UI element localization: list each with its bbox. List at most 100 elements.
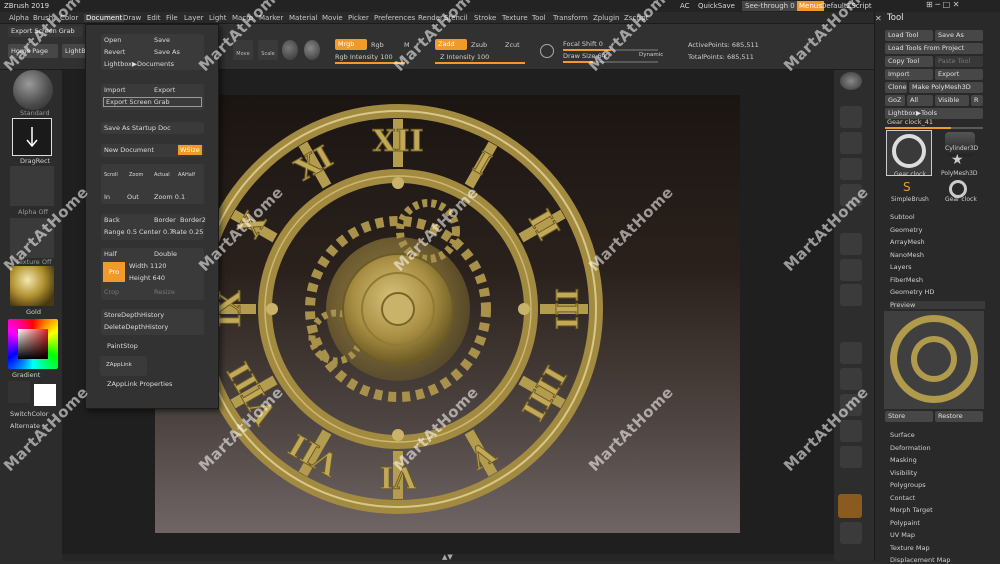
- collapse-arrows-icon[interactable]: ▲▼: [442, 553, 453, 561]
- dynamic-toggle[interactable]: Dynamic: [639, 52, 663, 58]
- doc-height-slider[interactable]: Height 640: [129, 273, 165, 283]
- doc-paintstop-button[interactable]: PaintStop: [107, 341, 138, 351]
- doc-save-button[interactable]: Save: [154, 35, 170, 45]
- menu-material[interactable]: Material: [289, 14, 317, 22]
- section-preview[interactable]: Preview: [890, 301, 985, 309]
- doc-store-depth-history-button[interactable]: StoreDepthHistory: [104, 310, 164, 320]
- export-screen-grab-shortcut[interactable]: Export Screen Grab: [8, 26, 83, 37]
- polymesh-star-icon[interactable]: ★: [951, 152, 964, 168]
- zoom3d-icon[interactable]: [840, 394, 862, 416]
- doc-center-slider[interactable]: Center 0.7: [139, 227, 173, 237]
- menu-zscript[interactable]: Zscript: [624, 14, 648, 22]
- doc-width-slider[interactable]: Width 1120: [129, 261, 167, 271]
- material-sphere-icon[interactable]: [282, 40, 298, 60]
- section-contact[interactable]: Contact: [890, 494, 915, 502]
- zsub-button[interactable]: Zsub: [471, 41, 487, 49]
- aahalf-icon[interactable]: [840, 184, 862, 206]
- section-surface[interactable]: Surface: [890, 431, 915, 439]
- doc-wsize-button[interactable]: WSize: [178, 145, 202, 155]
- doc-zoom-slider[interactable]: Zoom 0.1: [154, 192, 185, 202]
- preview-store-button[interactable]: Store: [885, 411, 933, 422]
- draw-size-slider[interactable]: Draw Size 64: [563, 52, 606, 60]
- doc-open-button[interactable]: Open: [104, 35, 121, 45]
- menu-color[interactable]: Color: [60, 14, 78, 22]
- doc-actual-icon[interactable]: Actual: [154, 170, 170, 180]
- section-uv-map[interactable]: UV Map: [890, 531, 915, 539]
- section-arraymesh[interactable]: ArrayMesh: [890, 238, 925, 246]
- menu-macro[interactable]: Macro: [232, 14, 253, 22]
- menu-picker[interactable]: Picker: [348, 14, 369, 22]
- gold-material-icon[interactable]: [10, 266, 54, 306]
- rotate-view-icon[interactable]: [840, 420, 862, 442]
- document-canvas[interactable]: XII I II III IIII V VI VII VIII IX X XI: [155, 95, 740, 533]
- menu-alpha[interactable]: Alpha: [9, 14, 29, 22]
- draw-size-track[interactable]: [563, 61, 658, 63]
- doc-crop-button[interactable]: Crop: [104, 287, 119, 297]
- focal-shift-slider[interactable]: Focal Shift 0: [563, 40, 603, 48]
- gear-clock-track[interactable]: [885, 127, 983, 129]
- menu-brush[interactable]: Brush: [33, 14, 53, 22]
- local-icon[interactable]: [840, 284, 862, 306]
- alternate-label[interactable]: Alternate: [10, 422, 40, 430]
- section-deformation[interactable]: Deformation: [890, 444, 931, 452]
- actual-icon[interactable]: [840, 158, 862, 180]
- preview-restore-button[interactable]: Restore: [935, 411, 983, 422]
- focal-shift-track[interactable]: [563, 49, 658, 51]
- doc-back-button[interactable]: Back: [104, 215, 120, 225]
- rgb-intensity-track[interactable]: [335, 62, 405, 64]
- doc-revert-button[interactable]: Revert: [104, 47, 125, 57]
- switch-color-label[interactable]: SwitchColor: [10, 410, 48, 418]
- transp-icon[interactable]: [838, 494, 862, 518]
- section-layers[interactable]: Layers: [890, 263, 912, 271]
- simplebrush-icon[interactable]: S: [903, 180, 911, 194]
- load-tools-from-project-button[interactable]: Load Tools From Project: [885, 43, 983, 54]
- export-tool-button[interactable]: Export: [935, 69, 983, 80]
- doc-save-as-button[interactable]: Save As: [154, 47, 180, 57]
- menu-movie[interactable]: Movie: [322, 14, 343, 22]
- doc-resize-button[interactable]: Resize: [154, 287, 175, 297]
- doc-delete-depth-history-button[interactable]: DeleteDepthHistory: [104, 322, 168, 332]
- paste-tool-button[interactable]: Paste Tool: [935, 56, 983, 67]
- window-controls[interactable]: ⊞ ─ □ ✕: [926, 0, 959, 9]
- quicksave-button[interactable]: QuickSave: [698, 2, 735, 10]
- zoom-icon[interactable]: [840, 132, 862, 154]
- main-color-swatch[interactable]: [34, 384, 56, 406]
- polyframe-icon[interactable]: [840, 446, 862, 468]
- menu-preferences[interactable]: Preferences: [374, 14, 415, 22]
- copy-tool-button[interactable]: Copy Tool: [885, 56, 933, 67]
- zcut-button[interactable]: Zcut: [505, 41, 520, 49]
- doc-pro-button[interactable]: Pro: [103, 262, 125, 282]
- tool-thumb-gear-clock-active[interactable]: [886, 130, 932, 176]
- rgb-button[interactable]: Rgb: [371, 41, 384, 49]
- menu-edit[interactable]: Edit: [147, 14, 161, 22]
- gear-clock-slider[interactable]: Gear clock_41: [887, 118, 933, 126]
- panel-close-icon[interactable]: ✕: [875, 14, 882, 23]
- doc-save-as-startup-button[interactable]: Save As Startup Doc: [104, 123, 171, 133]
- doc-zoom-out-button[interactable]: Out: [127, 192, 139, 202]
- mrgb-button[interactable]: Mrgb: [335, 39, 367, 50]
- section-texture-map[interactable]: Texture Map: [890, 544, 930, 552]
- doc-double-button[interactable]: Double: [154, 249, 177, 259]
- clone-button[interactable]: Clone: [885, 82, 907, 93]
- load-tool-button[interactable]: Load Tool: [885, 30, 933, 41]
- solo-icon[interactable]: [840, 522, 862, 544]
- m-button[interactable]: M: [404, 41, 410, 49]
- move-view-icon[interactable]: [840, 368, 862, 390]
- menu-stroke[interactable]: Stroke: [474, 14, 496, 22]
- save-as-tool-button[interactable]: Save As: [935, 30, 983, 41]
- section-masking[interactable]: Masking: [890, 456, 917, 464]
- doc-border-button[interactable]: Border: [154, 215, 176, 225]
- section-subtool[interactable]: Subtool: [890, 213, 915, 221]
- z-intensity-track[interactable]: [435, 62, 525, 64]
- menu-zplugin[interactable]: Zplugin: [593, 14, 619, 22]
- scale-icon[interactable]: Scale: [258, 40, 278, 60]
- scroll-icon[interactable]: [840, 106, 862, 128]
- menu-layer[interactable]: Layer: [184, 14, 204, 22]
- goz-r-button[interactable]: R: [971, 95, 983, 106]
- menu-light[interactable]: Light: [209, 14, 226, 22]
- doc-new-document-button[interactable]: New Document: [104, 145, 154, 155]
- menu-render[interactable]: Render: [418, 14, 443, 22]
- doc-zapplink-button[interactable]: ZAppLink: [100, 356, 147, 376]
- doc-export-button[interactable]: Export: [154, 85, 175, 95]
- secondary-color-swatch[interactable]: [8, 381, 30, 403]
